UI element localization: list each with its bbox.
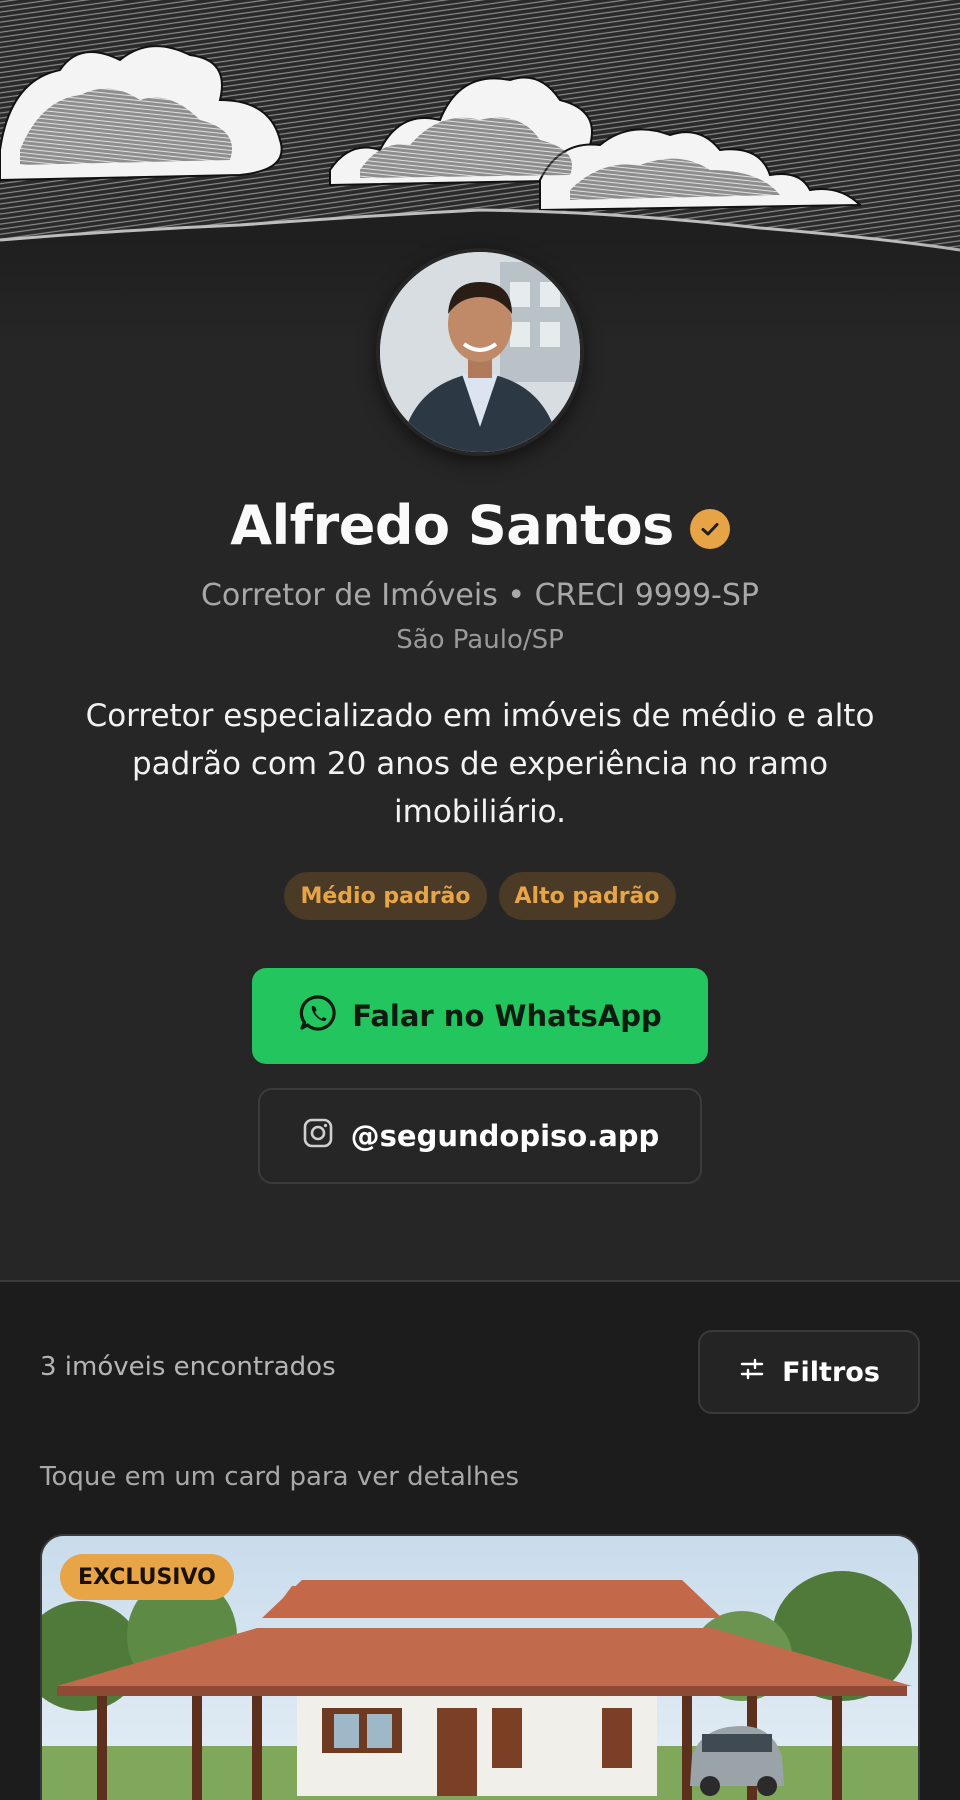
- specialty-tags: Médio padrão Alto padrão: [0, 872, 960, 920]
- exclusive-badge: EXCLUSIVO: [60, 1554, 234, 1600]
- filters-button-label: Filtros: [782, 1356, 880, 1388]
- whatsapp-icon: [298, 993, 338, 1040]
- name-row: Alfredo Santos: [0, 494, 960, 557]
- profile-location: São Paulo/SP: [396, 625, 564, 655]
- tag-alto-padrao: Alto padrão: [498, 872, 676, 920]
- section-divider: [0, 1280, 960, 1282]
- profile-name: Alfredo Santos: [230, 494, 674, 557]
- profile-header: Alfredo Santos Corretor de Imóveis • CRE…: [0, 0, 960, 1280]
- instagram-icon: [301, 1116, 335, 1157]
- filters-button[interactable]: Filtros: [698, 1330, 920, 1414]
- profile-bio: Corretor especializado em imóveis de méd…: [85, 698, 875, 830]
- whatsapp-button-label: Falar no WhatsApp: [352, 999, 662, 1033]
- profile-subtitle: Corretor de Imóveis • CRECI 9999-SP: [200, 578, 760, 613]
- instagram-button-label: @segundopiso.app: [350, 1119, 660, 1153]
- instagram-button[interactable]: @segundopiso.app: [258, 1088, 702, 1184]
- tag-medio-padrao: Médio padrão: [284, 872, 487, 920]
- whatsapp-button[interactable]: Falar no WhatsApp: [252, 968, 708, 1064]
- verified-check-icon: [689, 508, 730, 549]
- avatar: [376, 248, 584, 456]
- listings-hint: Toque em um card para ver detalhes: [40, 1462, 520, 1492]
- listing-card[interactable]: EXCLUSIVO: [40, 1534, 920, 1800]
- listings-count: 3 imóveis encontrados: [40, 1352, 336, 1382]
- sliders-icon: [738, 1355, 766, 1390]
